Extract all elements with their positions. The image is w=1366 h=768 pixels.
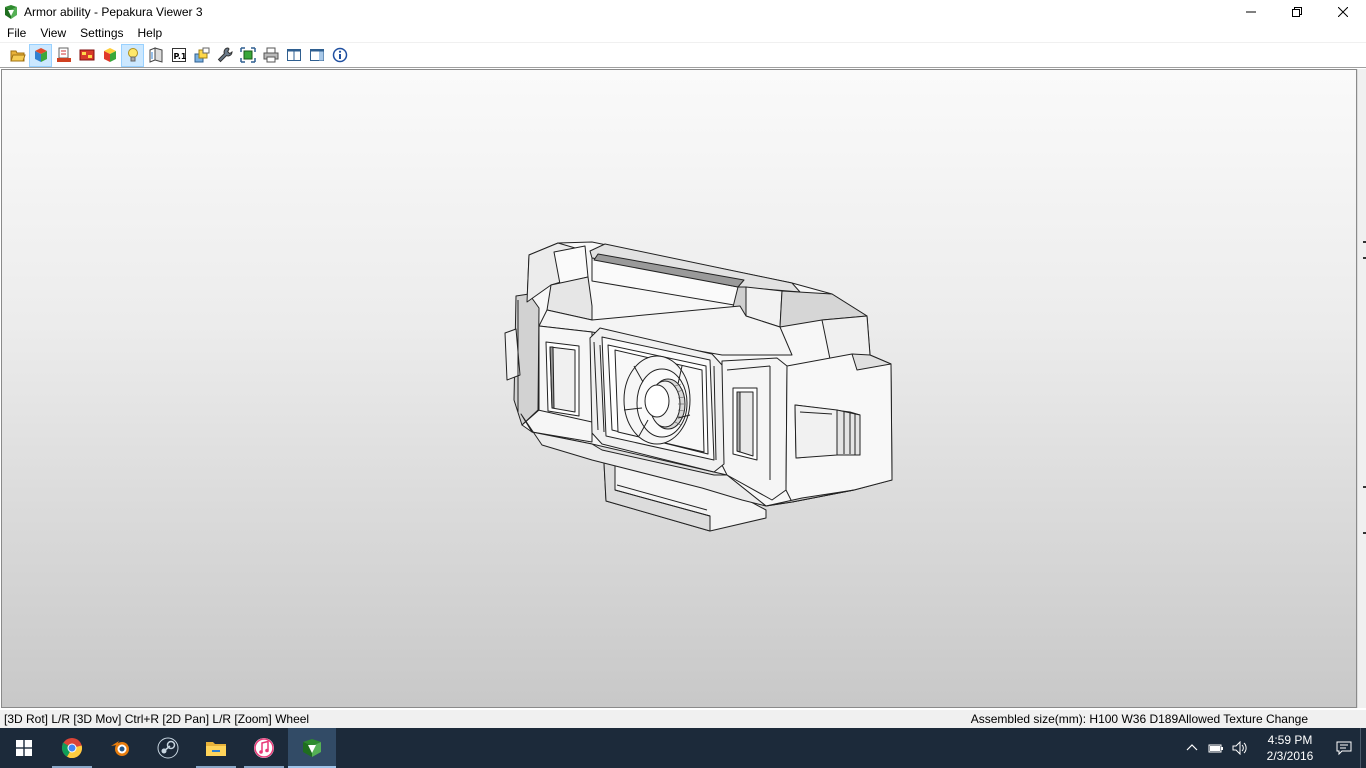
unfold-icon	[149, 47, 162, 63]
pepakura-icon	[303, 739, 321, 757]
taskbar-clock[interactable]: 4:59 PM 2/3/2016	[1252, 732, 1328, 764]
taskbar: 4:59 PM 2/3/2016	[0, 728, 1366, 768]
taskbar-chrome[interactable]	[48, 728, 96, 768]
svg-text:P.1: P.1	[173, 52, 186, 61]
close-button[interactable]	[1320, 0, 1366, 23]
wrench-icon	[217, 47, 233, 63]
battery-button[interactable]	[1204, 728, 1228, 768]
texture-button[interactable]	[75, 44, 98, 67]
window-controls	[1228, 0, 1366, 23]
taskbar-file-explorer[interactable]	[192, 728, 240, 768]
restore-icon	[1292, 6, 1302, 17]
show-desktop-button[interactable]	[1360, 728, 1366, 768]
title-bar[interactable]: Armor ability - Pepakura Viewer 3	[0, 0, 1366, 23]
battery-icon	[1208, 744, 1223, 753]
toolbar: P.1	[0, 43, 1366, 68]
texture-icon	[79, 49, 94, 61]
taskbar-pepakura[interactable]	[288, 728, 336, 768]
clock-time: 4:59 PM	[1267, 733, 1313, 747]
minimize-button[interactable]	[1228, 0, 1274, 23]
system-tray: 4:59 PM 2/3/2016	[1180, 728, 1366, 768]
status-controls-hint: [3D Rot] L/R [3D Mov] Ctrl+R [2D Pan] L/…	[4, 712, 310, 726]
blender-icon	[111, 741, 129, 756]
2d-view-icon	[56, 47, 71, 62]
close-icon	[1338, 6, 1348, 17]
arrange-icon	[239, 47, 256, 63]
action-center-button[interactable]	[1328, 728, 1360, 768]
lighting-button[interactable]	[121, 43, 144, 67]
start-button[interactable]	[0, 728, 48, 768]
info-icon	[332, 47, 347, 63]
chrome-icon	[61, 738, 83, 759]
colored-model-icon	[103, 48, 116, 62]
page-number-icon: P.1	[171, 48, 186, 62]
taskbar-blender[interactable]	[96, 728, 144, 768]
speaker-icon	[1232, 741, 1247, 755]
3d-view-icon	[34, 48, 47, 62]
file-explorer-icon	[206, 742, 226, 756]
arrange-button[interactable]	[236, 44, 259, 67]
show-hidden-icons-button[interactable]	[1180, 728, 1204, 768]
menu-file[interactable]: File	[0, 23, 33, 43]
page-number-button[interactable]: P.1	[167, 44, 190, 67]
print-icon	[263, 47, 278, 63]
2d-view-button[interactable]	[52, 44, 75, 67]
3d-view-button[interactable]	[29, 43, 52, 67]
volume-button[interactable]	[1228, 728, 1252, 768]
taskbar-itunes[interactable]	[240, 728, 288, 768]
minimize-icon	[1246, 11, 1256, 12]
unfold-button[interactable]	[144, 44, 167, 67]
notification-icon	[1336, 741, 1352, 756]
windows-logo-icon	[16, 740, 32, 756]
lightbulb-icon	[127, 48, 138, 62]
menu-bar: File View Settings Help	[0, 23, 1366, 43]
menu-view[interactable]: View	[33, 23, 73, 43]
print-button[interactable]	[259, 44, 282, 67]
itunes-icon	[254, 738, 274, 758]
3d-viewport[interactable]	[1, 69, 1357, 708]
split-pane-button[interactable]	[305, 44, 328, 67]
layers-button[interactable]	[190, 44, 213, 67]
taskbar-steam[interactable]	[144, 728, 192, 768]
status-assembled-size: Assembled size(mm): H100 W36 D189Allowed…	[970, 712, 1308, 726]
viewport-edge	[1357, 69, 1366, 708]
steam-icon	[157, 737, 179, 759]
menu-settings[interactable]: Settings	[73, 23, 130, 43]
status-bar: [3D Rot] L/R [3D Mov] Ctrl+R [2D Pan] L/…	[0, 710, 1366, 728]
armor-ability-3d-model	[504, 241, 893, 532]
clock-date: 2/3/2016	[1266, 749, 1314, 763]
split-pane-icon	[309, 49, 324, 61]
pepakura-viewer-window: Armor ability - Pepakura Viewer 3 File V…	[0, 0, 1366, 768]
layers-icon	[194, 47, 209, 63]
open-folder-icon	[9, 50, 26, 62]
restore-button[interactable]	[1274, 0, 1320, 23]
single-pane-icon	[286, 49, 301, 61]
about-button[interactable]	[328, 44, 351, 67]
pepakura-app-icon	[5, 4, 17, 19]
open-button[interactable]	[6, 44, 29, 67]
single-pane-button[interactable]	[282, 44, 305, 67]
menu-help[interactable]: Help	[131, 23, 170, 43]
settings-tool-button[interactable]	[213, 44, 236, 67]
chevron-up-icon	[1186, 744, 1198, 751]
window-title: Armor ability - Pepakura Viewer 3	[24, 4, 203, 19]
colored-model-button[interactable]	[98, 44, 121, 67]
